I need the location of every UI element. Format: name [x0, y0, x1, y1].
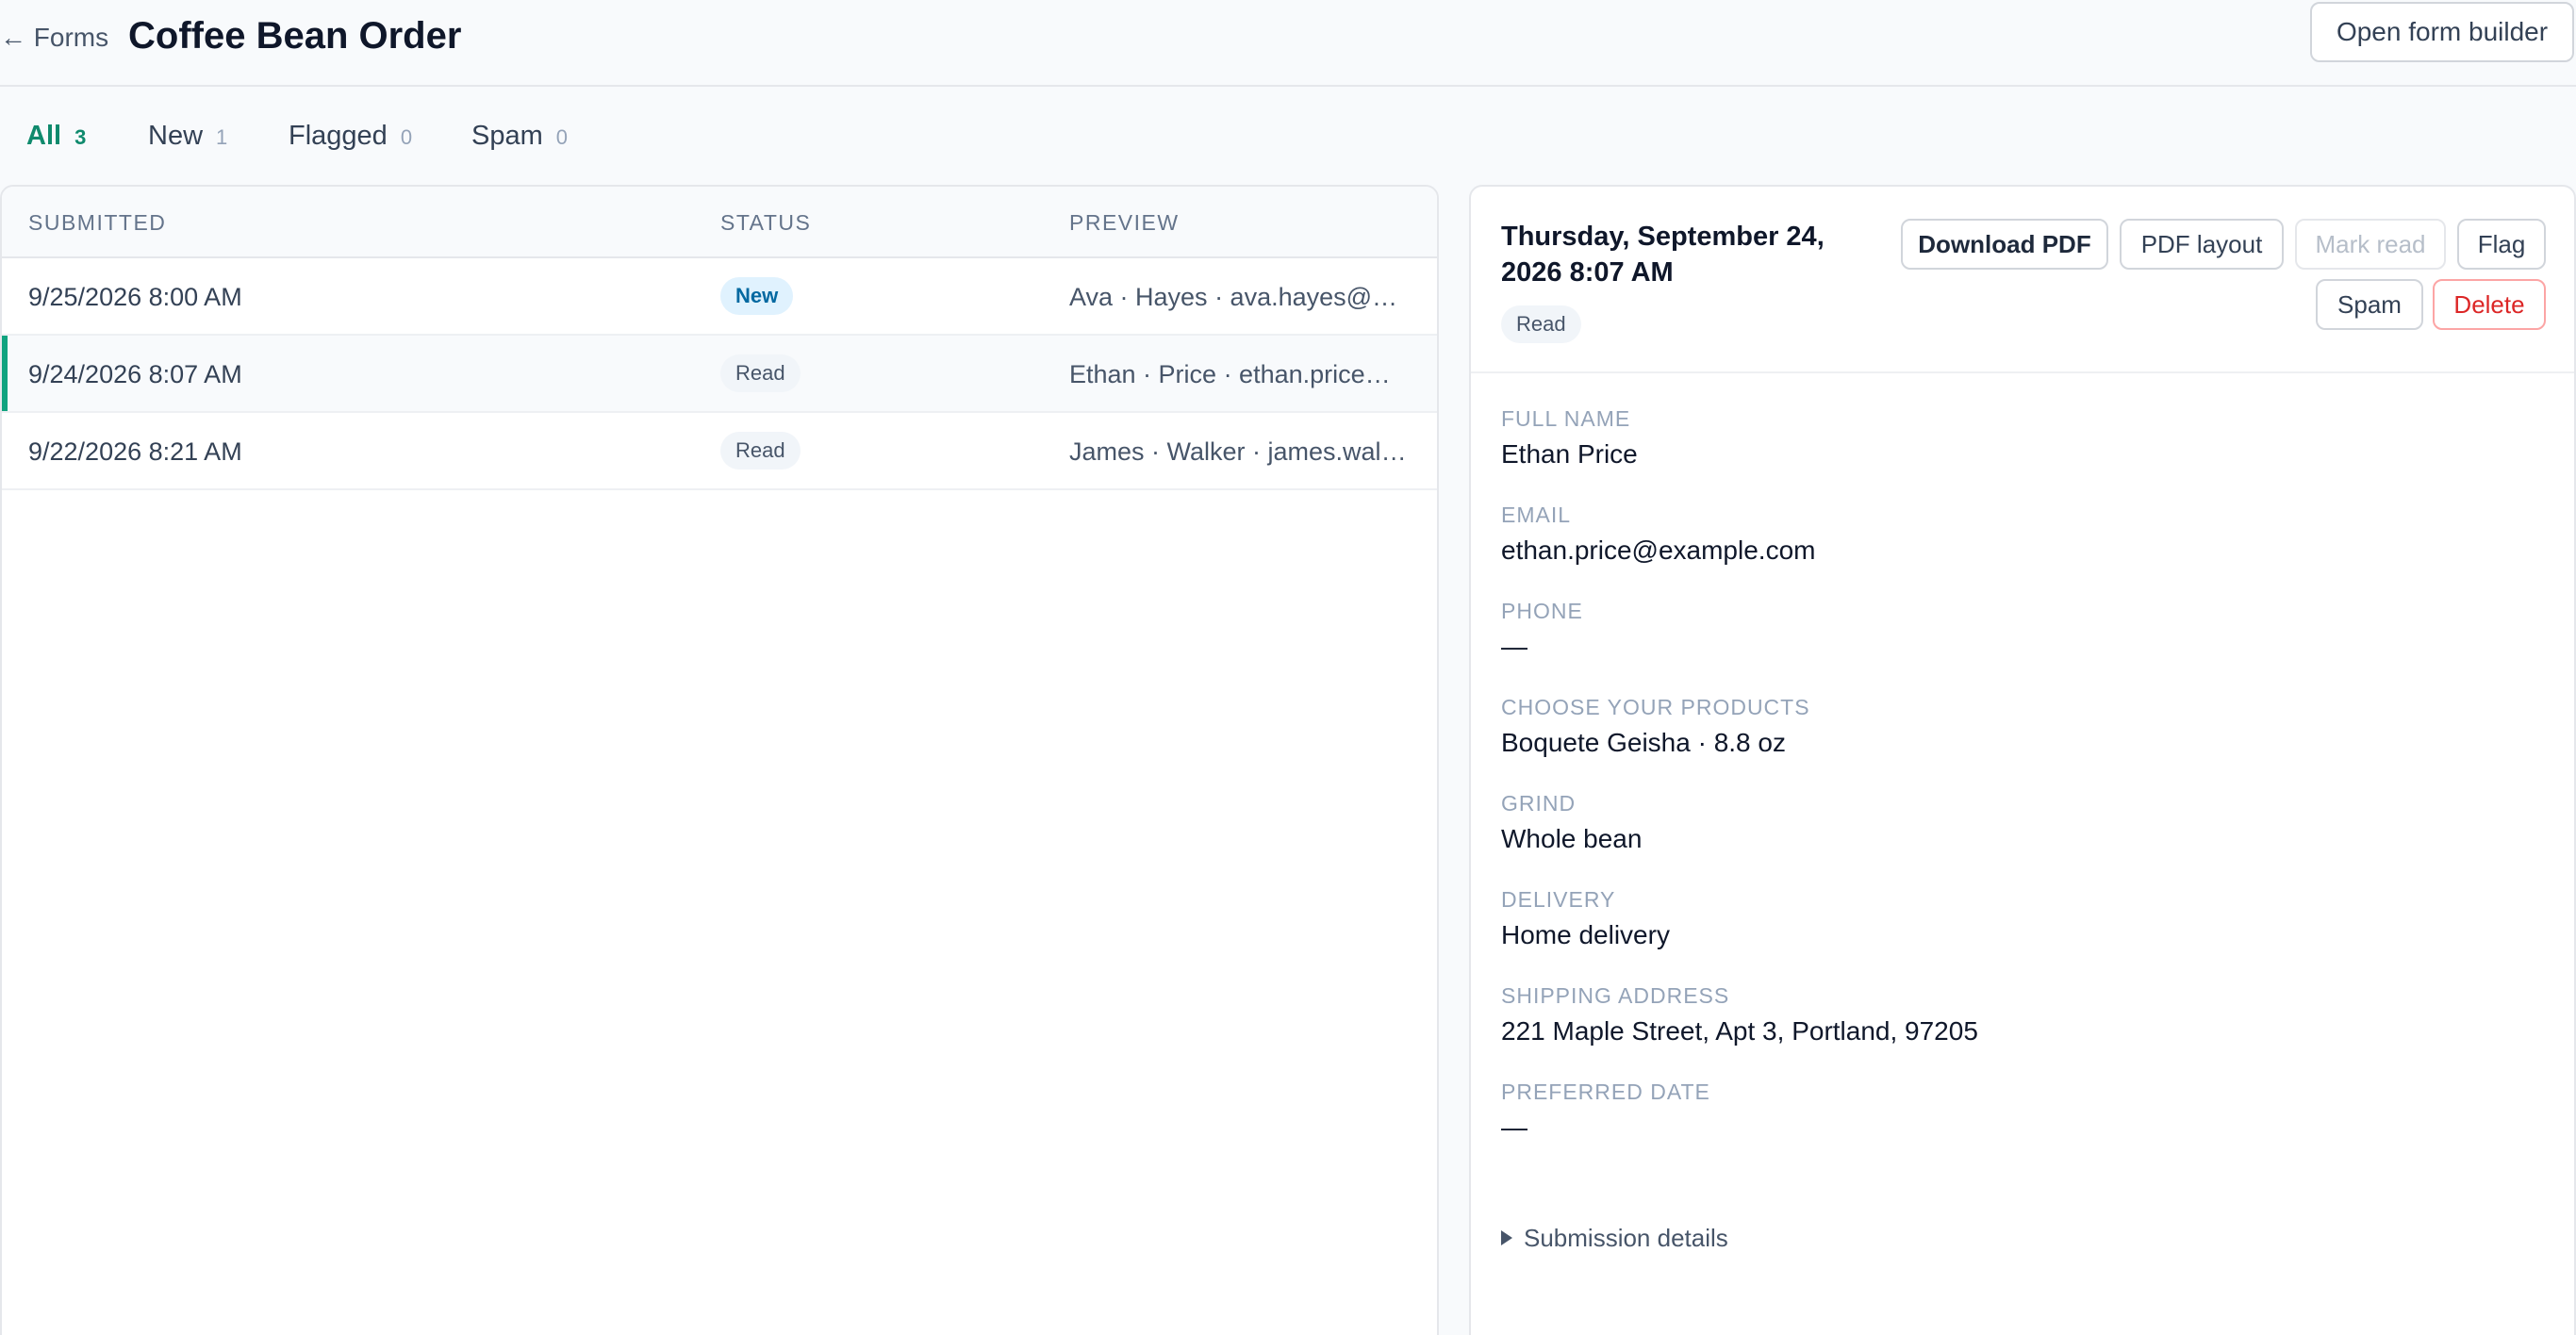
- back-to-forms-link[interactable]: ← Forms: [0, 21, 108, 55]
- status-badge: Read: [1501, 305, 1581, 343]
- preview-cell: Ethan · Price · ethan.price@e...: [1069, 360, 1409, 388]
- column-header-preview[interactable]: PREVIEW: [1069, 209, 1180, 236]
- field-value: ethan.price@example.com: [1501, 536, 1816, 565]
- field-shipping-address: SHIPPING ADDRESS 221 Maple Street, Apt 3…: [1501, 982, 1978, 1048]
- submission-details-toggle[interactable]: Submission details: [1501, 1222, 1728, 1254]
- tab-label: Flagged: [289, 121, 388, 151]
- tab-label: Spam: [471, 121, 543, 151]
- detail-header: Thursday, September 24, 2026 8:07 AM Rea…: [1471, 187, 2574, 373]
- submitted-cell: 9/25/2026 8:00 AM: [28, 283, 242, 311]
- field-value: Ethan Price: [1501, 439, 1638, 469]
- flag-button[interactable]: Flag: [2457, 219, 2546, 270]
- tab-flagged[interactable]: Flagged 0: [289, 119, 412, 155]
- field-label: PREFERRED DATE: [1501, 1080, 1710, 1104]
- field-label: GRIND: [1501, 791, 1577, 816]
- submitted-cell: 9/22/2026 8:21 AM: [28, 437, 242, 466]
- field-label: PHONE: [1501, 599, 1583, 623]
- selection-indicator: [2, 336, 8, 411]
- tab-count: 0: [400, 125, 413, 149]
- delete-button[interactable]: Delete: [2433, 279, 2546, 330]
- app-root: ← Forms Coffee Bean Order Open form buil…: [0, 0, 2576, 1335]
- field-preferred-date: PREFERRED DATE —: [1501, 1079, 1710, 1145]
- field-phone: PHONE —: [1501, 598, 1583, 664]
- tab-all[interactable]: All 3: [26, 119, 86, 155]
- status-badge: Read: [720, 432, 801, 470]
- field-products: CHOOSE YOUR PRODUCTS Boquete Geisha · 8.…: [1501, 694, 1810, 760]
- download-pdf-button[interactable]: Download PDF: [1901, 219, 2108, 270]
- tab-label: All: [26, 121, 62, 151]
- status-badge: Read: [720, 354, 801, 392]
- field-value: Home delivery: [1501, 920, 1670, 949]
- table-row[interactable]: 9/22/2026 8:21 AM Read James · Walker · …: [2, 413, 1437, 490]
- field-delivery: DELIVERY Home delivery: [1501, 886, 1670, 952]
- table-row-selected[interactable]: 9/24/2026 8:07 AM Read Ethan · Price · e…: [2, 336, 1437, 413]
- page-header: ← Forms Coffee Bean Order Open form buil…: [0, 0, 2576, 87]
- field-value: Boquete Geisha · 8.8 oz: [1501, 728, 1786, 757]
- field-label: FULL NAME: [1501, 406, 1631, 431]
- field-value: 221 Maple Street, Apt 3, Portland, 97205: [1501, 1016, 1978, 1046]
- tab-count: 1: [216, 125, 228, 149]
- field-value: —: [1501, 1112, 1527, 1142]
- field-label: DELIVERY: [1501, 887, 1616, 912]
- tab-spam[interactable]: Spam 0: [471, 119, 568, 155]
- mark-read-button[interactable]: Mark read: [2295, 219, 2446, 270]
- tab-count: 3: [74, 125, 87, 149]
- list-header: SUBMITTED STATUS PREVIEW: [2, 187, 1437, 258]
- table-row[interactable]: 9/25/2026 8:00 AM New Ava · Hayes · ava.…: [2, 258, 1437, 336]
- tab-count: 0: [555, 125, 569, 149]
- status-badge: New: [720, 277, 794, 315]
- preview-cell: Ava · Hayes · ava.hayes@exa...: [1069, 283, 1409, 311]
- submission-details-label: Submission details: [1524, 1224, 1728, 1252]
- page-title: Coffee Bean Order: [128, 15, 462, 57]
- column-header-status[interactable]: STATUS: [720, 209, 811, 236]
- field-label: EMAIL: [1501, 503, 1572, 527]
- open-form-builder-button[interactable]: Open form builder: [2310, 2, 2574, 62]
- field-email: EMAIL ethan.price@example.com: [1501, 502, 1815, 568]
- field-value: —: [1501, 632, 1527, 661]
- tab-new[interactable]: New 1: [148, 119, 227, 155]
- field-grind: GRIND Whole bean: [1501, 790, 1642, 856]
- field-label: SHIPPING ADDRESS: [1501, 983, 1730, 1008]
- pdf-layout-button[interactable]: PDF layout: [2120, 219, 2284, 270]
- submitted-cell: 9/24/2026 8:07 AM: [28, 360, 242, 388]
- submission-detail-panel: Thursday, September 24, 2026 8:07 AM Rea…: [1469, 185, 2576, 1335]
- tab-label: New: [148, 121, 204, 151]
- submissions-list: SUBMITTED STATUS PREVIEW 9/25/2026 8:00 …: [0, 185, 1439, 1335]
- field-full-name: FULL NAME Ethan Price: [1501, 405, 1638, 471]
- field-label: CHOOSE YOUR PRODUCTS: [1501, 695, 1810, 719]
- preview-cell: James · Walker · james.walke...: [1069, 437, 1409, 466]
- field-value: Whole bean: [1501, 824, 1643, 853]
- submission-date: Thursday, September 24, 2026 8:07 AM: [1501, 222, 1825, 288]
- triangle-right-icon: [1501, 1230, 1512, 1245]
- column-header-submitted[interactable]: SUBMITTED: [28, 209, 166, 236]
- spam-button[interactable]: Spam: [2316, 279, 2423, 330]
